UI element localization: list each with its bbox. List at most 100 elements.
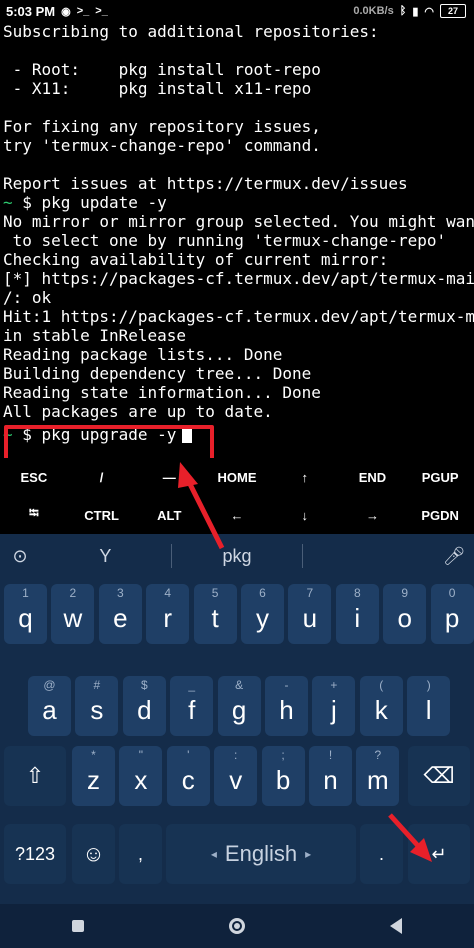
key-b[interactable]: ; b bbox=[261, 746, 305, 806]
key-z[interactable]: * z bbox=[72, 746, 115, 806]
key-t[interactable]: 5t bbox=[193, 584, 237, 644]
status-bar: 5:03 PM ◉ >_ >_ 0.0KB/s ᛒ ▮ ◠ 27 bbox=[0, 0, 474, 22]
key-label: g bbox=[231, 694, 247, 725]
soft-keyboard: ⊙ Y pkg 🎤︎ 1 q 2 w 3 e 4 r 5 t 6 y 7 u 8 i 9 o 0 p @ a # s $ d _ f &… bbox=[0, 534, 474, 904]
key-u[interactable]: 7u bbox=[288, 584, 332, 644]
terminal-line: - Root: pkg install root-repo bbox=[3, 60, 321, 79]
key-j[interactable]: + j bbox=[312, 676, 356, 736]
back-button[interactable] bbox=[389, 918, 402, 934]
recent-apps-button[interactable] bbox=[72, 920, 85, 932]
key-hint: _ bbox=[188, 678, 196, 692]
terminal-line: Subscribing to additional repositories: bbox=[3, 22, 379, 41]
extra-key[interactable]: END bbox=[339, 458, 407, 496]
key-label: ↵ bbox=[431, 843, 447, 864]
key-p[interactable]: 0p bbox=[430, 584, 474, 644]
terminal-line: Hit:1 https://packages-cf.termux.dev/apt… bbox=[3, 307, 474, 326]
key-s[interactable]: # s bbox=[75, 676, 119, 736]
terminal-line: Checking availability of current mirror: bbox=[3, 250, 389, 269]
key-a[interactable]: @ a bbox=[28, 676, 71, 736]
key-d[interactable]: $ d bbox=[122, 676, 166, 736]
extra-key[interactable]: ALT bbox=[135, 496, 203, 534]
period-key[interactable]: . bbox=[360, 824, 403, 884]
key-i[interactable]: 8i bbox=[335, 584, 379, 644]
key-hint: 9 bbox=[401, 586, 409, 600]
key-n[interactable]: ! n bbox=[309, 746, 352, 806]
terminal-line: Building dependency tree... Done bbox=[3, 364, 312, 383]
terminal-line: Report issues at https://termux.dev/issu… bbox=[3, 174, 408, 193]
key-l[interactable]: ) l bbox=[407, 676, 451, 736]
emoji-settings-icon[interactable]: ⊙ bbox=[0, 546, 40, 567]
key-c[interactable]: ' c bbox=[166, 746, 210, 806]
shift-key[interactable]: ⇧ bbox=[4, 746, 66, 806]
terminal-line: - X11: pkg install x11-repo bbox=[3, 79, 312, 98]
extra-key[interactable]: HOME bbox=[203, 458, 271, 496]
key-k[interactable]: (k bbox=[359, 676, 403, 736]
terminal-output[interactable]: Subscribing to additional repositories: … bbox=[0, 22, 474, 458]
key-f[interactable]: _ f bbox=[170, 676, 214, 736]
key-hint: ? bbox=[374, 748, 382, 762]
terminal-line: All packages are up to date. bbox=[3, 402, 273, 421]
extra-key[interactable]: ESC bbox=[0, 458, 68, 496]
key-label: . bbox=[378, 843, 384, 864]
wifi-icon: ◠ bbox=[424, 5, 434, 18]
suggestion-2[interactable]: pkg bbox=[172, 546, 303, 567]
extra-key[interactable]: → bbox=[339, 496, 407, 534]
key-w[interactable]: 2w bbox=[51, 584, 95, 644]
space-key[interactable]: ◂ English ▸ bbox=[166, 824, 356, 884]
key-o[interactable]: 9o bbox=[383, 584, 427, 644]
bluetooth-icon: ᛒ bbox=[399, 5, 407, 17]
key-label: t bbox=[211, 602, 219, 633]
space-label: English bbox=[224, 841, 298, 866]
key-q[interactable]: 1q bbox=[4, 584, 47, 644]
enter-key[interactable]: ↵ bbox=[408, 824, 470, 884]
symbols-key[interactable]: ?123 bbox=[4, 824, 66, 884]
extra-key[interactable]: — bbox=[135, 458, 203, 496]
command-text: $ pkg update -y bbox=[12, 193, 167, 212]
comma-key[interactable]: , bbox=[119, 824, 162, 884]
key-g[interactable]: & g bbox=[217, 676, 261, 736]
key-hint: # bbox=[93, 678, 101, 692]
key-hint: 5 bbox=[211, 586, 219, 600]
key-label: h bbox=[279, 694, 294, 725]
battery-icon: 27 bbox=[440, 4, 466, 18]
extra-key[interactable]: / bbox=[68, 458, 136, 496]
key-hint: ( bbox=[379, 678, 384, 692]
extra-key[interactable]: ← bbox=[203, 496, 271, 534]
suggestion-1[interactable]: Y bbox=[40, 546, 171, 567]
key-hint: - bbox=[284, 678, 289, 692]
emoji-icon: ☺ bbox=[82, 841, 105, 866]
extra-key[interactable]: ↑ bbox=[271, 458, 339, 496]
key-hint: " bbox=[138, 748, 144, 762]
backspace-key[interactable]: ⌫ bbox=[408, 746, 470, 806]
terminal-line: [*] https://packages-cf.termux.dev/apt/t… bbox=[3, 269, 474, 288]
microphone-icon[interactable]: 🎤︎ bbox=[434, 546, 474, 567]
key-hint: 0 bbox=[448, 586, 456, 600]
terminal-line: For fixing any repository issues, bbox=[3, 117, 321, 136]
emoji-key[interactable]: ☺ bbox=[72, 824, 115, 884]
key-r[interactable]: 4r bbox=[146, 584, 190, 644]
extra-key[interactable]: CTRL bbox=[68, 496, 136, 534]
terminal-line: /: ok bbox=[3, 288, 52, 307]
extra-key[interactable]: PGDN bbox=[406, 496, 474, 534]
key-e[interactable]: 3e bbox=[98, 584, 142, 644]
extra-key[interactable]: PGUP bbox=[406, 458, 474, 496]
terminal-line: to select one by running 'termux-change-… bbox=[3, 231, 447, 250]
terminal-icon-2: >_ bbox=[95, 5, 108, 17]
language-left-icon: ◂ bbox=[210, 847, 217, 861]
extra-key[interactable]: ↓ bbox=[271, 496, 339, 534]
key-v[interactable]: :v bbox=[214, 746, 258, 806]
extra-key[interactable]: ⭾ bbox=[0, 496, 68, 534]
key-x[interactable]: " x bbox=[119, 746, 163, 806]
key-m[interactable]: ? m bbox=[356, 746, 400, 806]
key-hint: 3 bbox=[116, 586, 124, 600]
home-button[interactable] bbox=[228, 918, 245, 934]
key-h[interactable]: -h bbox=[265, 676, 308, 736]
key-y[interactable]: 6y bbox=[241, 584, 284, 644]
terminal-line: Reading state information... Done bbox=[3, 383, 321, 402]
key-label: q bbox=[18, 602, 33, 633]
key-hint: 7 bbox=[306, 586, 314, 600]
status-bar-left: 5:03 PM ◉ >_ >_ bbox=[0, 4, 108, 19]
key-label: w bbox=[63, 602, 83, 633]
